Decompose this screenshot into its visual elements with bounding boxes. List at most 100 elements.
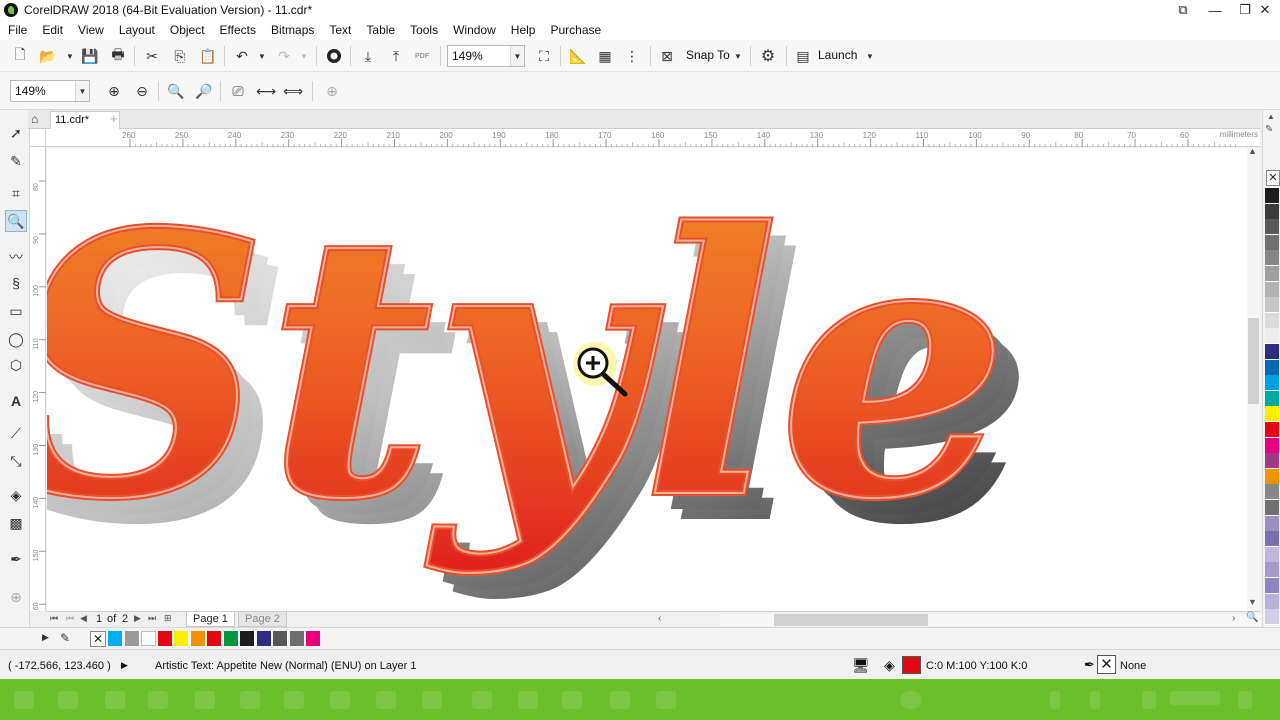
zoom-levels-combo[interactable]: 149% ▼ [10,80,90,102]
menu-help[interactable]: Help [503,23,543,37]
palette-swatch[interactable] [1265,250,1279,267]
ruler-origin[interactable] [30,129,46,147]
polygon-tool-icon[interactable]: ⬡ [5,354,27,376]
show-guidelines-icon[interactable]: ⋮ [622,46,642,66]
palette-swatch[interactable] [1265,468,1279,485]
notification-center-icon[interactable] [1238,691,1252,709]
palette-swatch[interactable] [1265,312,1279,329]
horizontal-ruler[interactable]: 260 250 240 230 220 210 200 190 180 170 160 150 140 1… [46,129,1260,147]
palette-swatch[interactable] [223,631,239,646]
volume-icon[interactable] [1090,691,1100,709]
zoom-dropdown-chevron-icon[interactable]: ▼ [510,46,524,66]
zoom-out-icon[interactable]: ⊖ [132,81,152,101]
scroll-down-icon[interactable]: ▼ [1248,597,1257,607]
redo-icon[interactable]: ↷ [274,46,294,66]
menu-edit[interactable]: Edit [34,23,70,37]
palette-eyedropper-bottom-icon[interactable]: ✎ [60,631,70,645]
palette-swatch[interactable] [1265,188,1279,204]
weather-icon[interactable] [900,691,922,709]
palette-swatch[interactable] [1265,344,1279,360]
page-tab-1[interactable]: Page 1 [186,612,235,627]
palette-swatch[interactable] [1265,234,1279,251]
clock-display[interactable] [1170,691,1220,705]
palette-swatch[interactable] [289,631,305,646]
palette-scroll-up-icon[interactable]: ▲ [1267,112,1275,121]
save-icon[interactable]: 💾 [80,46,100,66]
zoom-to-all-objects-icon[interactable]: 🔎 [194,81,214,101]
export-icon[interactable]: ⤒ [386,46,406,66]
media-icon[interactable] [284,691,304,709]
mail-icon[interactable] [240,691,260,709]
previous-page-icon[interactable]: ◀ [80,613,87,624]
text-tool-icon[interactable]: A [5,390,27,412]
palette-swatch[interactable] [1265,359,1279,376]
import-icon[interactable]: ⤓ [358,46,378,66]
store-icon[interactable] [195,691,215,709]
horizontal-scrollbar[interactable] [720,614,1280,626]
zoom-tool-icon[interactable]: 🔍 [5,210,27,232]
ellipse-tool-icon[interactable]: ◯ [5,328,27,350]
status-expand-chevron-icon[interactable]: ▶ [121,660,128,671]
drop-shadow-tool-icon[interactable]: ◈ [5,484,27,506]
palette-swatch[interactable] [306,631,321,646]
palette-swatch[interactable] [1265,531,1279,548]
photos-icon[interactable] [330,691,350,709]
palette-swatch[interactable] [124,631,140,646]
color-eyedropper-tool-icon[interactable]: ✒ [5,548,27,570]
palette-swatch[interactable] [1265,375,1279,392]
palette-swatch[interactable] [108,631,123,646]
menu-window[interactable]: Window [445,23,503,37]
palette-swatch[interactable] [157,631,173,646]
redo-dropdown-chevron-icon[interactable]: ▼ [294,46,314,66]
palette-swatch[interactable] [1265,500,1279,516]
previous-page-first-icon[interactable]: ⏮ [66,613,74,624]
fill-color-swatch[interactable] [902,656,921,674]
undo-icon[interactable]: ↶ [232,46,252,66]
snap-to-label[interactable]: Snap To [686,48,730,62]
file-explorer-icon[interactable] [148,691,168,709]
menu-file[interactable]: File [0,23,34,37]
artistic-media-tool-icon[interactable]: § [5,272,27,294]
palette-swatch[interactable] [141,631,156,646]
launch-chevron-icon[interactable]: ▼ [860,46,880,66]
palette-swatch[interactable] [1265,453,1279,470]
zoom-levels-chevron-icon[interactable]: ▼ [75,81,89,101]
palette-swatch[interactable] [1265,266,1279,282]
launch-label[interactable]: Launch [818,48,857,62]
coreldraw-taskbar-icon[interactable] [376,691,396,709]
cut-icon[interactable]: ✂ [142,46,162,66]
menu-purchase[interactable]: Purchase [542,23,608,37]
palette-swatch[interactable] [1265,406,1279,423]
palette-swatch[interactable] [174,631,189,646]
pdf-icon[interactable] [562,691,582,709]
palette-swatch[interactable] [1265,562,1279,579]
menu-bitmaps[interactable]: Bitmaps [263,23,321,37]
add-plus-icon[interactable]: ⊕ [322,81,342,101]
add-page-icon[interactable]: ⊞ [164,613,172,624]
navigator-zoom-icon[interactable]: 🔍 [1246,612,1258,623]
snap-to-chevron-icon[interactable]: ▼ [728,46,748,66]
no-color-swatch-icon[interactable]: ✕ [1266,170,1280,186]
palette-swatch[interactable] [240,631,255,646]
open-document-icon[interactable]: 📂 [38,46,58,66]
palette-swatch[interactable] [1265,328,1279,345]
menu-text[interactable]: Text [321,23,358,37]
palette-swatch[interactable] [273,631,288,646]
zoom-level-dropdown[interactable]: 149% ▼ [447,45,525,67]
restore-layout-icon[interactable]: ⧉ [1168,0,1198,20]
first-page-icon[interactable]: ⏮ [50,613,58,624]
corel-photo-paint-icon[interactable] [422,691,442,709]
browser-icon[interactable] [105,691,125,709]
palette-swatch[interactable] [207,631,222,646]
language-icon[interactable] [1142,691,1156,709]
minimize-button[interactable]: — [1200,0,1230,20]
parallel-dimension-tool-icon[interactable]: ⟋ [5,422,27,444]
chrome-icon[interactable] [610,691,630,709]
horizontal-scroll-thumb[interactable] [774,614,928,626]
welcome-home-icon[interactable]: ⌂ [31,112,47,127]
scroll-left-icon[interactable]: ‹ [658,613,661,624]
zoom-in-icon[interactable]: ⊕ [104,81,124,101]
next-page-icon[interactable]: ▶ [134,613,141,624]
pick-tool-icon[interactable]: ➚ [5,122,27,144]
shape-tool-icon[interactable]: ✎ [5,150,27,172]
